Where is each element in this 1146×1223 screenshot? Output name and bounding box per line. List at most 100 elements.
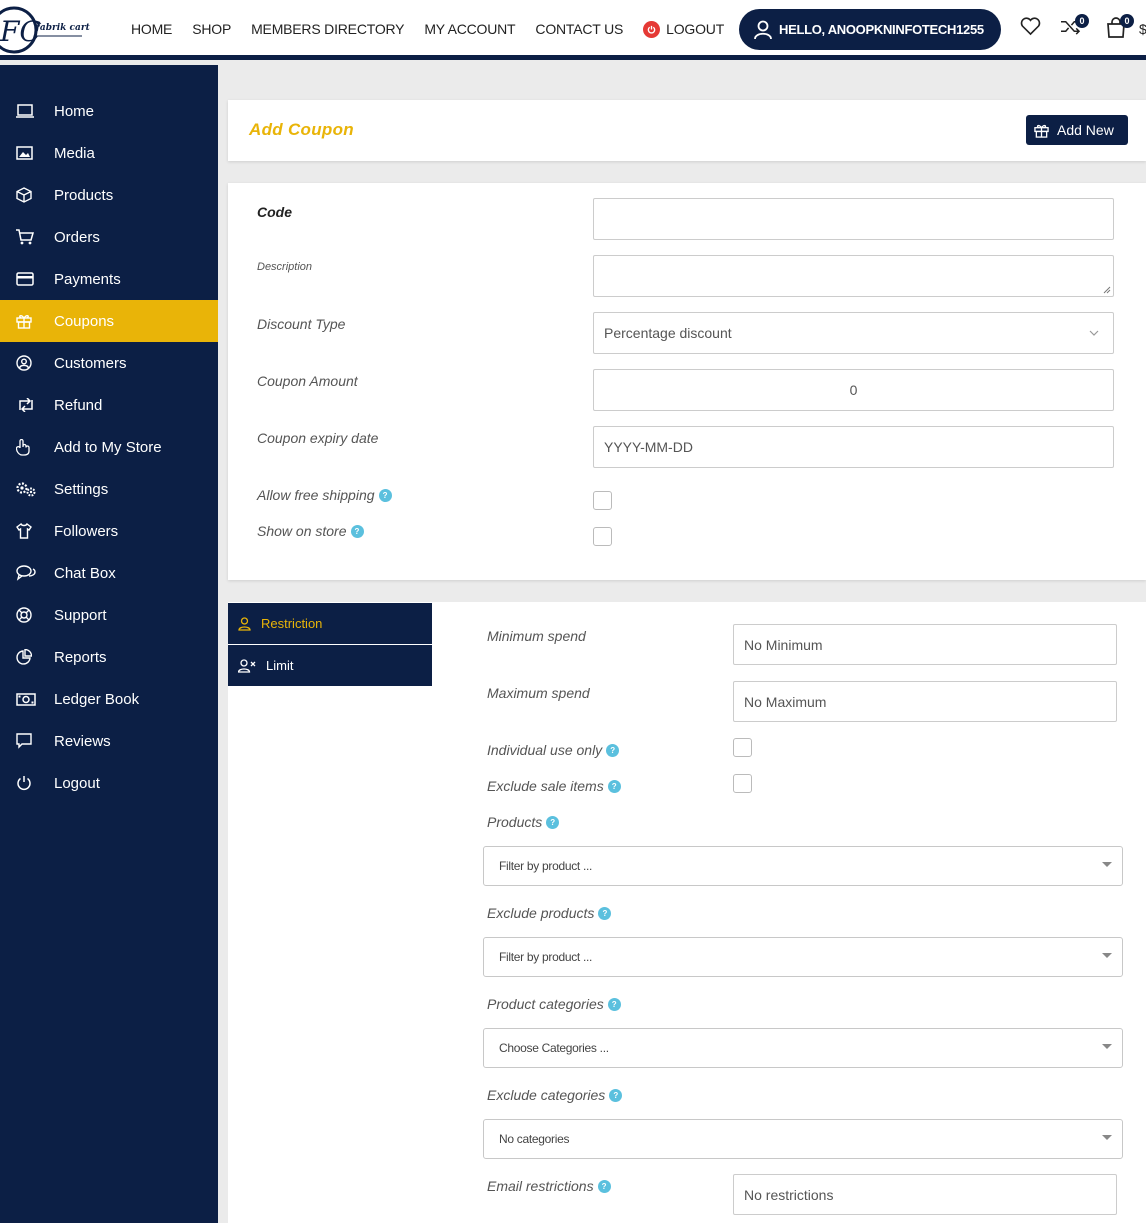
sidebar-item-customers[interactable]: Customers [0,342,218,384]
description-textarea[interactable] [593,255,1114,297]
exclude-categories-select[interactable]: No categories [483,1119,1123,1159]
code-label: Code [257,204,292,220]
credit-card-icon [16,272,54,286]
hello-label: HELLO, ANOOPKNINFOTECH1255 [779,22,984,37]
sidebar-item-home[interactable]: Home [0,90,218,132]
sidebar-item-refund[interactable]: Refund [0,384,218,426]
sidebar-label: Coupons [54,312,115,330]
sidebar-item-coupons[interactable]: Coupons [0,300,218,342]
minimum-spend-input[interactable]: No Minimum [733,624,1117,665]
nav-members-directory[interactable]: MEMBERS DIRECTORY [251,21,404,37]
sidebar-label: Payments [54,270,121,288]
sidebar-item-products[interactable]: Products [0,174,218,216]
code-input[interactable] [593,198,1114,240]
cart-icon[interactable]: 0 [1106,14,1134,43]
wishlist-icon[interactable] [1020,17,1041,41]
tab-limit[interactable]: Limit [228,645,432,686]
sidebar-item-reviews[interactable]: Reviews [0,720,218,762]
life-ring-icon [16,607,54,623]
nav-home[interactable]: HOME [131,21,172,37]
sidebar-label: Support [54,606,107,624]
show-on-store-label: Show on store ? [257,523,364,539]
individual-use-text: Individual use only [487,742,603,758]
help-icon[interactable]: ? [378,488,392,502]
tab-restriction[interactable]: Restriction [228,603,432,644]
user-circle-icon [16,355,54,371]
individual-use-checkbox[interactable] [733,738,752,757]
discount-type-select[interactable]: Percentage discount [593,312,1114,354]
free-shipping-checkbox[interactable] [593,491,612,510]
sidebar-item-settings[interactable]: Settings [0,468,218,510]
sidebar-item-orders[interactable]: Orders [0,216,218,258]
tab-limit-label: Limit [266,658,294,673]
sidebar-item-followers[interactable]: Followers [0,510,218,552]
sidebar-item-add-to-my-store[interactable]: Add to My Store [0,426,218,468]
resize-handle-icon[interactable] [1103,286,1111,294]
sidebar-label: Orders [54,228,100,246]
caret-down-icon [1102,1135,1112,1140]
help-icon[interactable]: ? [597,1179,611,1193]
discount-type-label: Discount Type [257,316,346,332]
sidebar-label: Add to My Store [54,438,162,456]
sidebar-item-media[interactable]: Media [0,132,218,174]
individual-use-label: Individual use only ? [487,742,620,758]
account-button[interactable]: HELLO, ANOOPKNINFOTECH1255 [739,9,1001,50]
show-on-store-checkbox[interactable] [593,527,612,546]
comment-icon [16,733,54,749]
help-icon[interactable]: ? [606,743,620,757]
sidebar-item-payments[interactable]: Payments [0,258,218,300]
help-icon[interactable]: ? [598,906,612,920]
sidebar-item-ledger-book[interactable]: Ledger Book [0,678,218,720]
sidebar-label: Chat Box [54,564,116,582]
exclude-products-select[interactable]: Filter by product ... [483,937,1123,977]
help-icon[interactable]: ? [607,779,621,793]
cube-icon [16,187,54,203]
nav-logout[interactable]: LOGOUT [643,20,724,38]
maximum-spend-label: Maximum spend [487,685,590,701]
nav-my-account[interactable]: MY ACCOUNT [424,21,515,37]
coupon-amount-input[interactable]: 0 [593,369,1114,411]
free-shipping-label: Allow free shipping ? [257,487,392,503]
sidebar-label: Followers [54,522,119,540]
coupon-restriction-panel: Restriction Limit Minimum spend No Minim… [228,602,1146,1223]
exclude-sale-label: Exclude sale items ? [487,778,621,794]
add-new-button[interactable]: Add New [1026,115,1128,145]
retweet-icon [16,398,54,412]
exclude-products-text: Exclude products [487,905,595,921]
tab-restriction-label: Restriction [261,616,323,631]
help-icon[interactable]: ? [607,997,621,1011]
email-restrictions-text: Email restrictions [487,1178,594,1194]
user-times-icon [238,658,256,673]
products-placeholder: Filter by product ... [499,859,593,873]
image-icon [16,146,54,160]
page-title-bar: Add Coupon Add New [228,100,1146,161]
help-icon[interactable]: ? [350,524,364,538]
user-icon [238,616,251,631]
product-categories-select[interactable]: Choose Categories ... [483,1028,1123,1068]
products-label: Products ? [487,814,560,830]
exclude-sale-checkbox[interactable] [733,774,752,793]
email-restrictions-input[interactable]: No restrictions [733,1174,1117,1215]
coupon-amount-label: Coupon Amount [257,373,358,389]
coupon-general-panel: Code Description Discount Type Percentag… [228,183,1146,580]
sidebar-item-logout[interactable]: Logout [0,762,218,804]
caret-down-icon [1102,953,1112,958]
power-icon [643,20,661,38]
show-on-store-text: Show on store [257,523,347,539]
help-icon[interactable]: ? [609,1088,623,1102]
compare-icon[interactable]: 0 [1060,14,1089,41]
free-shipping-text: Allow free shipping [257,487,375,503]
top-header: FC fabrik cart HOME SHOP MEMBERS DIRECTO… [0,0,1146,60]
sidebar-item-reports[interactable]: Reports [0,636,218,678]
expiry-date-input[interactable]: YYYY-MM-DD [593,426,1114,468]
maximum-spend-input[interactable]: No Maximum [733,681,1117,722]
help-icon[interactable]: ? [546,815,560,829]
nav-shop[interactable]: SHOP [192,21,231,37]
products-select[interactable]: Filter by product ... [483,846,1123,886]
site-logo[interactable]: FC fabrik cart [0,3,91,55]
hand-pointer-icon [16,438,54,456]
money-bill-icon [16,692,54,706]
nav-contact-us[interactable]: CONTACT US [535,21,623,37]
sidebar-item-support[interactable]: Support [0,594,218,636]
sidebar-item-chat-box[interactable]: Chat Box [0,552,218,594]
